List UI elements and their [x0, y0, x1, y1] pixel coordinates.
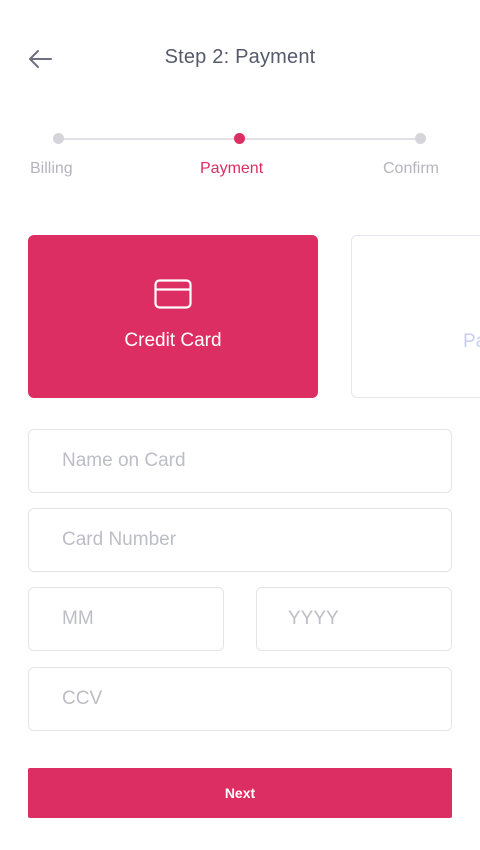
step-label: Confirm: [383, 160, 440, 177]
payment-method-label: Credit Card: [124, 330, 222, 351]
expiry-month-field: [28, 587, 224, 651]
next-button[interactable]: Next: [28, 768, 452, 818]
card-number-field: [28, 508, 452, 572]
step-dot: [53, 133, 64, 144]
name-on-card-input[interactable]: [29, 430, 451, 492]
ccv-input[interactable]: [29, 668, 451, 730]
name-on-card-field: [28, 429, 452, 493]
payment-method-credit-card[interactable]: Credit Card: [28, 235, 318, 398]
page-title: Step 2: Payment: [164, 46, 316, 68]
payment-method-carousel[interactable]: Credit Card Pa: [0, 235, 480, 400]
ccv-field: [28, 667, 452, 731]
step-label: Billing: [30, 160, 73, 177]
progress-stepper: Billing Payment Confirm: [0, 128, 480, 188]
payment-method-alternate[interactable]: Pa: [351, 235, 480, 398]
card-number-input[interactable]: [29, 509, 451, 571]
payment-method-label: Pa: [463, 331, 480, 352]
step-dot: [415, 133, 426, 144]
expiry-year-input[interactable]: [257, 588, 451, 650]
step-dot-active: [234, 133, 245, 144]
expiry-month-input[interactable]: [29, 588, 223, 650]
credit-card-icon: [154, 279, 192, 309]
step-label: Payment: [200, 160, 264, 177]
header: Step 2: Payment: [0, 0, 480, 120]
expiry-year-field: [256, 587, 452, 651]
